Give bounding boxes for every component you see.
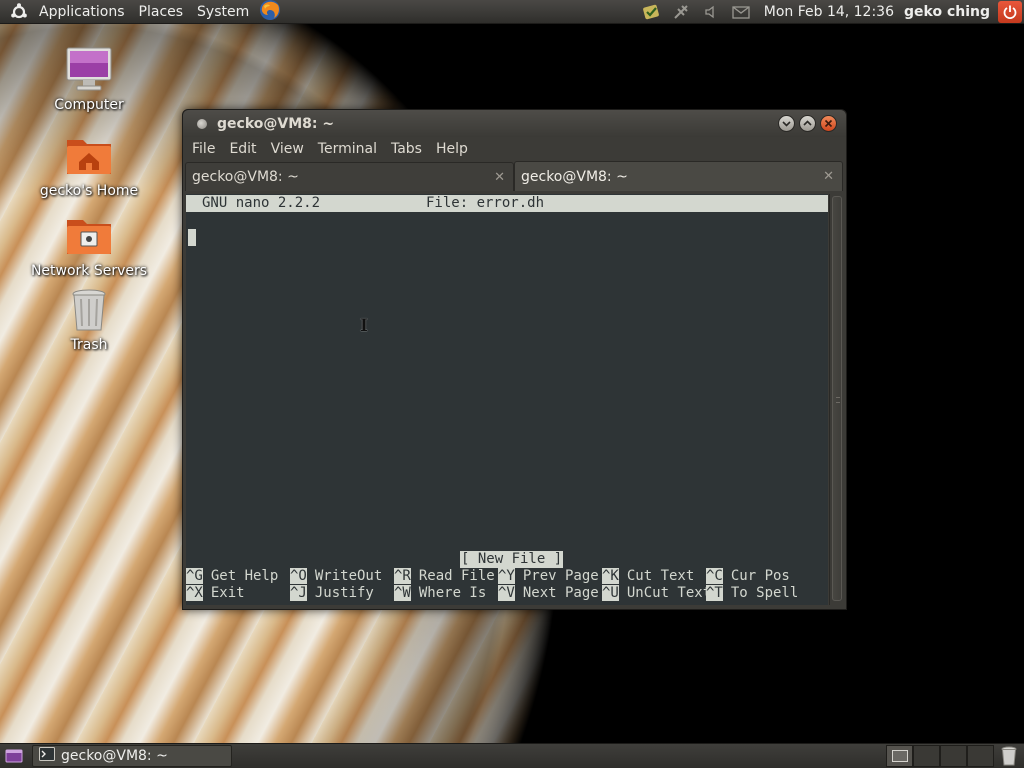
workspace-switcher	[886, 745, 994, 767]
tab-close-icon[interactable]: ✕	[823, 169, 834, 184]
desktop-icon-home[interactable]: gecko's Home	[24, 132, 154, 199]
shortcut-row-1: ^G Get Help ^O WriteOut ^R Read File ^Y Prev…	[186, 568, 828, 585]
terminal-content[interactable]: GNU nano 2.2.2 File: error.dh [ New File…	[186, 194, 828, 605]
shortcut-to-spell: ^T To Spell	[706, 585, 799, 601]
menu-help[interactable]: Help	[429, 141, 475, 157]
nano-filename: File: error.dh	[426, 195, 545, 211]
shortcut-read-file: ^R Read File	[394, 568, 495, 584]
trash-icon	[65, 286, 113, 334]
desktop-icon-trash[interactable]: Trash	[24, 286, 154, 353]
terminal-window: gecko@VM8: ~ File Edit View Terminal Tab…	[182, 109, 847, 610]
maximize-button[interactable]	[799, 115, 816, 132]
close-icon	[824, 119, 833, 128]
scrollbar-grip	[836, 397, 840, 403]
show-desktop-icon[interactable]	[2, 745, 26, 767]
tab-label: gecko@VM8: ~	[521, 168, 628, 185]
terminal-scrollbar[interactable]	[829, 194, 843, 605]
taskbar-terminal-button[interactable]: gecko@VM8: ~	[32, 745, 232, 767]
home-folder-icon	[65, 132, 113, 180]
workspace-2[interactable]	[913, 745, 940, 767]
workspace-1[interactable]	[886, 745, 913, 767]
trash-applet-icon[interactable]	[998, 745, 1020, 767]
network-folder-icon	[65, 212, 113, 260]
desktop-icon-computer[interactable]: Computer	[24, 46, 154, 113]
mail-icon[interactable]	[730, 2, 752, 22]
workspace-3[interactable]	[940, 745, 967, 767]
shortcut-row-2: ^X Exit ^J Justify ^W Where Is ^V Next Page …	[186, 585, 828, 602]
shortcut-cur-pos: ^C Cur Pos	[706, 568, 790, 584]
tab-1[interactable]: gecko@VM8: ~ ✕	[185, 162, 514, 191]
tab-close-icon[interactable]: ✕	[494, 170, 505, 185]
applications-menu[interactable]: Applications	[32, 0, 132, 24]
update-notifier-icon[interactable]	[640, 2, 662, 22]
shortcut-writeout: ^O WriteOut	[290, 568, 383, 584]
scrollbar-thumb[interactable]	[832, 196, 842, 601]
menu-view[interactable]: View	[264, 141, 311, 157]
places-menu[interactable]: Places	[132, 0, 191, 24]
nano-status-message: [ New File ]	[460, 551, 564, 568]
window-title: gecko@VM8: ~	[217, 115, 335, 132]
desktop-icon-label: Trash	[70, 337, 108, 353]
bottom-panel: gecko@VM8: ~	[0, 743, 1024, 768]
close-button[interactable]	[820, 115, 837, 132]
terminal-menubar: File Edit View Terminal Tabs Help	[183, 137, 846, 161]
desktop-icon-label: Computer	[54, 97, 124, 113]
nano-version: GNU nano 2.2.2	[202, 195, 321, 211]
minimize-button[interactable]	[778, 115, 795, 132]
ibeam-cursor-icon: I	[360, 316, 368, 336]
window-titlebar[interactable]: gecko@VM8: ~	[183, 110, 846, 137]
shortcut-prev-page: ^Y Prev Page	[498, 568, 599, 584]
shortcut-exit: ^X Exit	[186, 585, 245, 601]
desktop-icon-network-servers[interactable]: Network Servers	[24, 212, 154, 279]
firefox-icon[interactable]	[258, 0, 282, 26]
nano-title-bar: GNU nano 2.2.2 File: error.dh	[186, 195, 828, 212]
volume-icon[interactable]	[700, 2, 722, 22]
menu-tabs[interactable]: Tabs	[384, 141, 429, 157]
menu-file[interactable]: File	[185, 141, 222, 157]
tab-bar: gecko@VM8: ~ ✕ gecko@VM8: ~ ✕	[183, 161, 846, 191]
chevron-down-icon	[782, 121, 791, 127]
tab-2-active[interactable]: gecko@VM8: ~ ✕	[514, 161, 843, 191]
window-menu-icon[interactable]	[197, 118, 207, 129]
shortcut-justify: ^J Justify	[290, 585, 374, 601]
workspace-4[interactable]	[967, 745, 994, 767]
desktop-icon-label: Network Servers	[30, 263, 148, 279]
terminal-icon	[39, 747, 55, 765]
text-cursor	[188, 229, 196, 246]
clock[interactable]: Mon Feb 14, 12:36	[764, 4, 894, 20]
desktop-icon-label: gecko's Home	[39, 183, 139, 199]
chevron-up-icon	[803, 120, 812, 126]
tab-label: gecko@VM8: ~	[192, 169, 299, 185]
power-icon[interactable]	[998, 0, 1022, 23]
ubuntu-logo-icon[interactable]	[10, 2, 28, 21]
user-menu[interactable]: geko ching	[904, 4, 990, 20]
network-icon[interactable]	[670, 2, 692, 22]
shortcut-cut-text: ^K Cut Text	[602, 568, 695, 584]
shortcut-where-is: ^W Where Is	[394, 585, 487, 601]
shortcut-next-page: ^V Next Page	[498, 585, 599, 601]
menu-edit[interactable]: Edit	[222, 141, 263, 157]
menu-terminal[interactable]: Terminal	[311, 141, 384, 157]
taskbar-terminal-label: gecko@VM8: ~	[61, 748, 168, 764]
computer-icon	[65, 46, 113, 94]
system-menu[interactable]: System	[190, 0, 256, 24]
shortcut-uncut-text: ^U UnCut Text	[602, 585, 712, 601]
top-panel: Applications Places System Mon Feb 14, 1…	[0, 0, 1024, 24]
shortcut-get-help: ^G Get Help	[186, 568, 279, 584]
